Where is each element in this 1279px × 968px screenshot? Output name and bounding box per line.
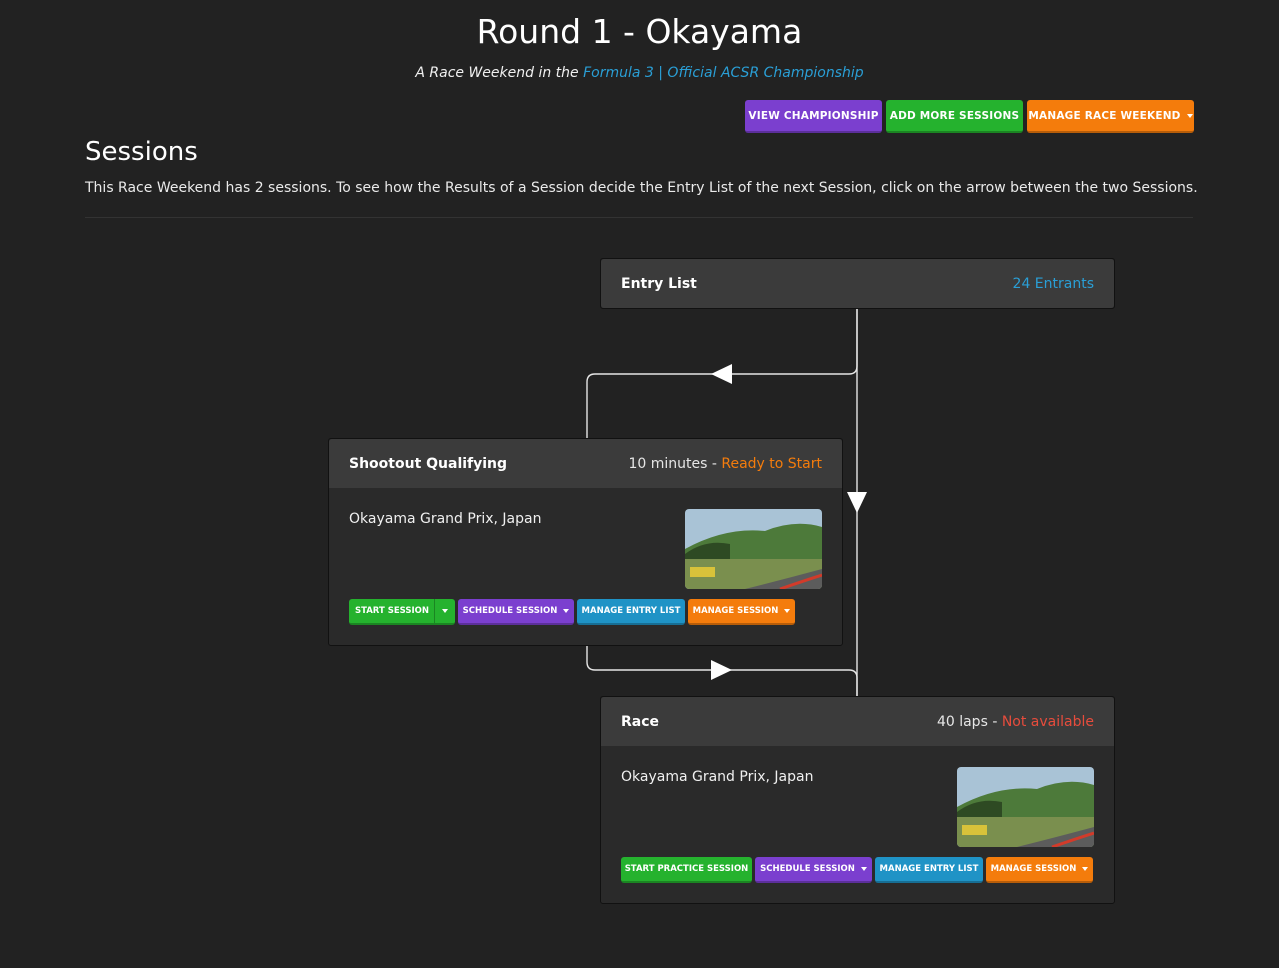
manage-session-label: MANAGE SESSION (692, 606, 779, 616)
entry-list-card: Entry List 24 Entrants (600, 258, 1115, 309)
schedule-session-label: SCHEDULE SESSION (760, 864, 855, 874)
schedule-session-button[interactable]: SCHEDULE SESSION (755, 857, 872, 883)
arrow-down-icon[interactable] (847, 492, 867, 513)
start-session-button[interactable]: START SESSION (349, 599, 455, 625)
manage-session-button[interactable]: MANAGE SESSION (986, 857, 1093, 883)
manage-session-label: MANAGE SESSION (990, 864, 1077, 874)
qualifying-duration: 10 minutes - (628, 455, 722, 472)
qualifying-meta: 10 minutes - Ready to Start (628, 456, 822, 472)
qualifying-session-card: Shootout Qualifying 10 minutes - Ready t… (328, 438, 843, 646)
start-session-dropdown-toggle[interactable] (434, 599, 455, 623)
status-badge: Ready to Start (721, 455, 822, 472)
race-header: Race 40 laps - Not available (601, 697, 1114, 746)
track-thumbnail (957, 767, 1094, 847)
manage-entry-list-label: MANAGE ENTRY LIST (879, 864, 979, 874)
start-session-label: START SESSION (354, 606, 430, 616)
start-practice-session-label: START PRACTICE SESSION (624, 864, 749, 874)
race-duration: 40 laps - (936, 713, 1002, 730)
track-thumbnail (685, 509, 822, 589)
start-practice-session-button[interactable]: START PRACTICE SESSION (621, 857, 752, 883)
manage-entry-list-label: MANAGE ENTRY LIST (581, 606, 681, 616)
race-meta: 40 laps - Not available (937, 714, 1094, 730)
manage-entry-list-button[interactable]: MANAGE ENTRY LIST (577, 599, 685, 625)
status-badge: Not available (1001, 713, 1094, 730)
schedule-session-button[interactable]: SCHEDULE SESSION (458, 599, 574, 625)
manage-session-button[interactable]: MANAGE SESSION (688, 599, 795, 625)
qualifying-header: Shootout Qualifying 10 minutes - Ready t… (329, 439, 842, 488)
race-title: Race (621, 713, 660, 730)
entrants-link[interactable]: 24 Entrants (1013, 276, 1094, 292)
caret-down-icon (784, 609, 791, 613)
caret-down-icon (1082, 867, 1089, 871)
caret-down-icon (563, 609, 570, 613)
race-session-card: Race 40 laps - Not available Okayama Gra… (600, 696, 1115, 904)
arrow-left-icon[interactable] (711, 364, 732, 384)
entry-list-title: Entry List (621, 275, 697, 292)
caret-down-icon (442, 609, 448, 613)
race-track: Okayama Grand Prix, Japan (621, 769, 814, 785)
arrow-right-icon[interactable] (711, 660, 732, 680)
qualifying-track: Okayama Grand Prix, Japan (349, 511, 542, 527)
qualifying-title: Shootout Qualifying (349, 455, 508, 472)
entry-list-header: Entry List 24 Entrants (601, 259, 1114, 308)
caret-down-icon (860, 867, 867, 871)
schedule-session-label: SCHEDULE SESSION (462, 606, 558, 616)
manage-entry-list-button[interactable]: MANAGE ENTRY LIST (875, 857, 983, 883)
